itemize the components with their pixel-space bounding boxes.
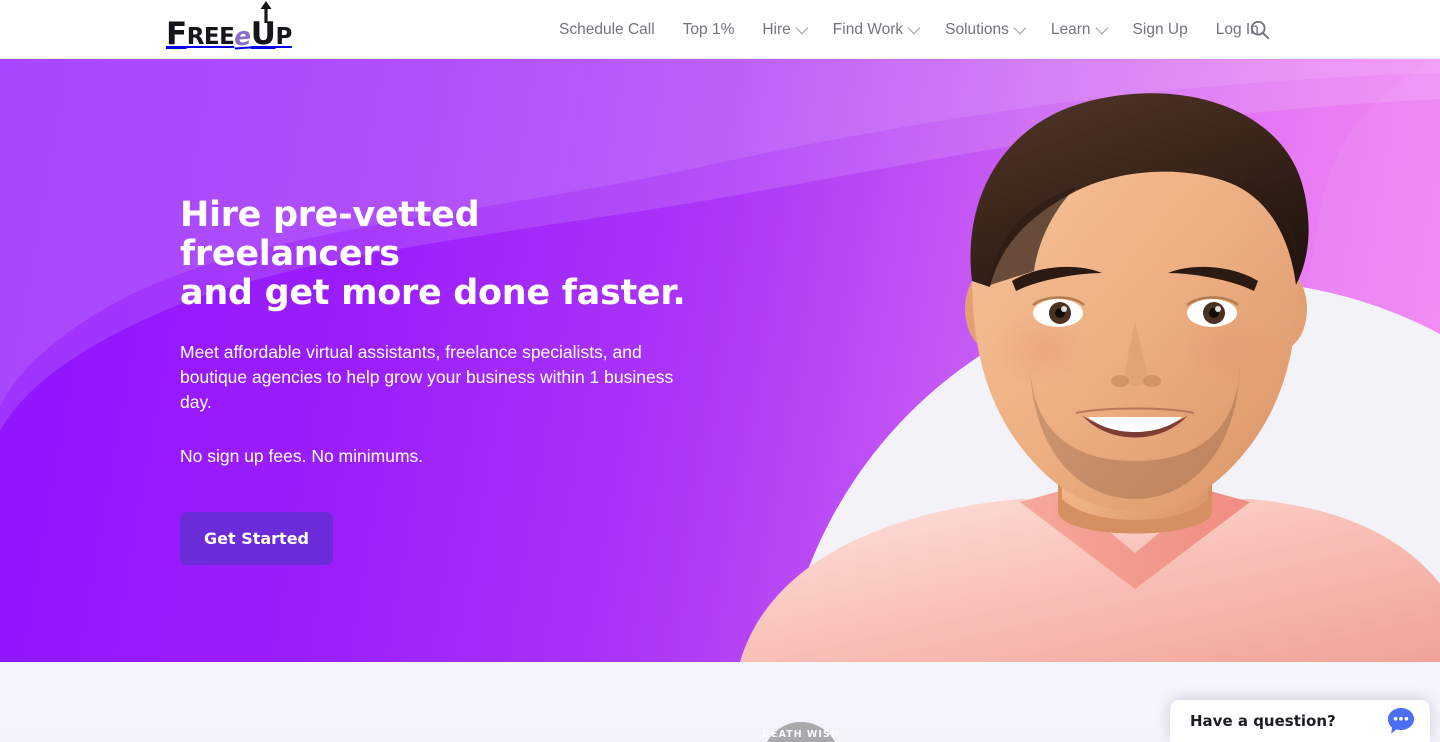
hero-section: Hire pre-vetted freelancers and get more… [0, 59, 1440, 662]
logo-char-f: F [166, 16, 187, 52]
site-header: F REE e U P Schedule Call Top 1% Hire Find … [0, 0, 1440, 59]
nav-label: Hire [762, 20, 791, 38]
search-icon [1250, 20, 1270, 40]
nav-item-hire[interactable]: Hire [748, 0, 818, 59]
chat-widget-prompt: Have a question? [1190, 712, 1336, 730]
nav-label: Find Work [832, 20, 904, 38]
main-navigation: Schedule Call Top 1% Hire Find Work Solu… [545, 0, 1273, 59]
nav-item-learn[interactable]: Learn [1037, 0, 1119, 59]
nav-label: Learn [1050, 20, 1091, 38]
nav-label: Top 1% [682, 20, 735, 38]
client-logo-text: DEATH WISH [762, 729, 840, 740]
logo-char-u-group: U [251, 1, 276, 50]
logo-chars-ree: REE [186, 24, 235, 50]
logo-char-e-accent: e [233, 21, 252, 52]
search-button[interactable] [1248, 18, 1272, 42]
chat-widget[interactable]: Have a question? [1170, 700, 1430, 742]
hero-headline-line-1: Hire pre-vetted freelancers [180, 195, 480, 275]
hero-portrait-image [690, 59, 1440, 662]
nav-label: Sign Up [1132, 20, 1188, 38]
client-logo-death-wish-coffee: DEATH WISH 💀 [761, 722, 840, 742]
nav-item-top-1-percent[interactable]: Top 1% [669, 0, 749, 59]
chevron-down-icon [1013, 21, 1027, 35]
hero-content: Hire pre-vetted freelancers and get more… [180, 195, 700, 566]
logo-char-p: P [275, 24, 292, 50]
nav-item-solutions[interactable]: Solutions [931, 0, 1037, 59]
hero-headline-line-2: and get more done faster. [180, 273, 686, 314]
hero-headline: Hire pre-vetted freelancers and get more… [180, 195, 700, 314]
chevron-down-icon [907, 21, 921, 35]
page-root: F REE e U P Schedule Call Top 1% Hire Find … [0, 0, 1440, 742]
site-logo[interactable]: F REE e U P [166, 1, 292, 52]
site-logo-text: F REE e U P [166, 1, 292, 52]
hero-subtitle-secondary: No sign up fees. No minimums. [180, 445, 424, 466]
nav-label: Schedule Call [559, 20, 655, 38]
chevron-down-icon [795, 21, 809, 35]
get-started-button[interactable]: Get Started [180, 512, 333, 566]
nav-item-find-work[interactable]: Find Work [819, 0, 931, 59]
chat-bubble-icon[interactable] [1386, 706, 1416, 736]
nav-item-schedule-call[interactable]: Schedule Call [545, 0, 669, 59]
nav-label: Solutions [945, 20, 1009, 38]
chevron-down-icon [1095, 21, 1108, 35]
up-arrow-icon [260, 1, 272, 23]
hero-subtitle: Meet affordable virtual assistants, free… [180, 341, 674, 413]
nav-item-sign-up[interactable]: Sign Up [1119, 0, 1202, 59]
